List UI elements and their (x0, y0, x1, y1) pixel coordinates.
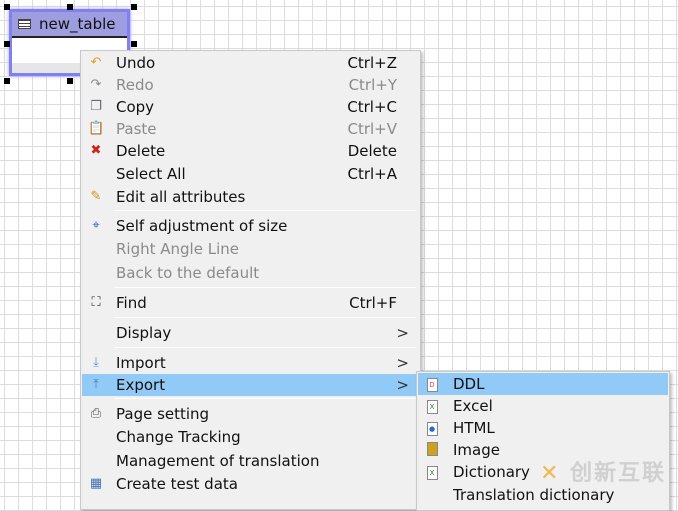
table-header[interactable]: new_table (12, 12, 127, 38)
html-file-icon: ● (424, 420, 440, 436)
menu-item-select-all[interactable]: Select All Ctrl+A (82, 163, 419, 185)
redo-icon: ↷ (90, 77, 102, 92)
dictionary-file-icon: X (424, 464, 440, 480)
resize-handle[interactable] (67, 78, 73, 84)
menu-item-redo[interactable]: ↷ Redo Ctrl+Y (82, 74, 419, 96)
menu-item-import[interactable]: ⤓ Import > (82, 352, 419, 374)
image-file-icon (424, 442, 440, 458)
menu-item-delete[interactable]: ✖ Delete Delete (82, 140, 419, 162)
menu-item-page-setting[interactable]: ⎙ Page setting (82, 403, 419, 425)
undo-icon: ↶ (90, 55, 102, 70)
menu-item-right-angle-line[interactable]: Right Angle Line (82, 238, 419, 260)
pencil-icon: ✎ (90, 189, 102, 204)
copy-icon: ❐ (90, 99, 102, 114)
resize-handle[interactable] (4, 4, 10, 10)
menu-item-change-tracking[interactable]: Change Tracking (82, 426, 419, 448)
menu-separator (115, 317, 416, 318)
menu-item-self-adjustment[interactable]: ⌖ Self adjustment of size (82, 215, 419, 237)
submenu-item-translation-dictionary[interactable]: Translation dictionary (418, 484, 668, 506)
chevron-right-icon: > (396, 354, 409, 372)
table-icon (18, 19, 31, 29)
menu-item-back-to-default[interactable]: Back to the default (82, 262, 419, 284)
resize-handle[interactable] (67, 4, 73, 10)
menu-item-copy[interactable]: ❐ Copy Ctrl+C (82, 96, 419, 118)
menu-item-find[interactable]: ⛶ Find Ctrl+F (82, 292, 419, 314)
menu-item-undo[interactable]: ↶ Undo Ctrl+Z (82, 52, 419, 74)
chevron-right-icon: > (396, 376, 409, 394)
menu-item-management-of-translation[interactable]: Management of translation (82, 450, 419, 472)
menu-item-paste[interactable]: 📋 Paste Ctrl+V (82, 118, 419, 140)
menu-separator (115, 210, 416, 211)
resize-handle[interactable] (131, 41, 137, 47)
import-icon: ⤓ (93, 355, 99, 370)
submenu-item-html[interactable]: ● HTML (418, 417, 668, 439)
resize-icon: ⌖ (92, 218, 100, 233)
submenu-item-ddl[interactable]: D DDL (418, 373, 668, 395)
export-submenu: D DDL X Excel ● HTML Image X Dictionary Tran… (416, 371, 670, 511)
excel-file-icon: X (424, 398, 440, 414)
delete-icon: ✖ (90, 143, 102, 158)
menu-item-edit-all-attributes[interactable]: ✎ Edit all attributes (82, 186, 419, 208)
menu-item-display[interactable]: Display > (82, 322, 419, 344)
table-name: new_table (39, 15, 116, 33)
menu-separator (115, 287, 416, 288)
resize-handle[interactable] (131, 4, 137, 10)
ddl-file-icon: D (424, 376, 440, 392)
resize-handle[interactable] (4, 41, 10, 47)
context-menu: ↶ Undo Ctrl+Z ↷ Redo Ctrl+Y ❐ Copy Ctrl+C 📋 Pas… (80, 50, 421, 510)
menu-item-create-test-data[interactable]: ▦ Create test data (82, 473, 419, 495)
binoculars-icon: ⛶ (91, 295, 101, 310)
test-data-icon: ▦ (89, 476, 103, 491)
export-icon: ⤒ (93, 377, 99, 392)
menu-separator (115, 347, 416, 348)
chevron-right-icon: > (396, 324, 409, 342)
submenu-item-excel[interactable]: X Excel (418, 395, 668, 417)
printer-icon: ⎙ (90, 406, 102, 421)
menu-separator (115, 398, 416, 399)
paste-icon: 📋 (88, 121, 105, 136)
menu-item-export[interactable]: ⤒ Export > (82, 374, 419, 396)
watermark-logo: ✕ 创新互联 (540, 461, 667, 486)
resize-handle[interactable] (4, 78, 10, 84)
